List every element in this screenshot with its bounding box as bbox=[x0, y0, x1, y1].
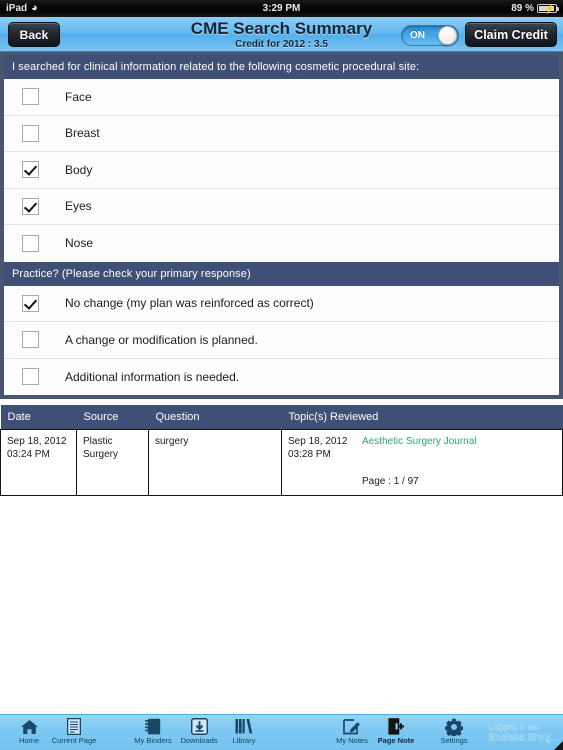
option-row-breast[interactable]: Breast bbox=[4, 115, 559, 152]
gear-icon bbox=[425, 717, 483, 736]
toolbar-item-settings[interactable]: Settings bbox=[425, 717, 483, 750]
battery-percent: 89 % bbox=[511, 3, 534, 14]
option-row-more-info[interactable]: Additional information is needed. bbox=[4, 358, 559, 395]
status-right-group: 89 % ⚡ bbox=[511, 3, 559, 14]
toolbar-label-page-note: Page Note bbox=[377, 736, 415, 745]
back-button[interactable]: Back bbox=[8, 22, 60, 47]
section-header-practice: Practice? (Please check your primary res… bbox=[4, 261, 559, 286]
cme-tracking-toggle[interactable]: ON bbox=[401, 25, 459, 46]
checkbox-breast[interactable] bbox=[22, 124, 39, 142]
option-label-change-planned: A change or modification is planned. bbox=[65, 332, 258, 347]
checkbox-body[interactable] bbox=[22, 161, 39, 179]
cell-date-text: Sep 18, 2012 03:24 PM bbox=[7, 435, 67, 460]
toolbar-item-library[interactable]: Library bbox=[215, 717, 273, 750]
library-icon bbox=[215, 717, 273, 736]
section-practice-response: Practice? (Please check your primary res… bbox=[0, 261, 563, 399]
checkbox-change-planned[interactable] bbox=[22, 331, 39, 349]
option-label-no-change: No change (my plan was reinforced as cor… bbox=[65, 296, 314, 311]
column-header-source: Source bbox=[76, 405, 149, 429]
ipad-app-screen: iPad ◕ 3:29 PM 89 % ⚡ Back CME Search Su… bbox=[0, 0, 563, 750]
device-name: iPad bbox=[6, 3, 28, 14]
logged-in-info: Logged in as: Shalaka Shirg... bbox=[488, 720, 559, 744]
bottom-toolbar: Home Current Page My Binders Downloads L bbox=[0, 714, 563, 750]
checkbox-nose[interactable] bbox=[22, 234, 39, 252]
ios-status-bar: iPad ◕ 3:29 PM 89 % ⚡ bbox=[0, 0, 563, 17]
charging-bolt-icon: ⚡ bbox=[544, 4, 556, 14]
table-body: Sep 18, 2012 03:24 PM Plastic Surgery su… bbox=[0, 428, 563, 496]
column-header-topics: Topic(s) Reviewed bbox=[281, 405, 563, 429]
option-row-body[interactable]: Body bbox=[4, 152, 559, 189]
option-label-nose: Nose bbox=[65, 236, 94, 251]
page-add-icon bbox=[367, 717, 425, 736]
toolbar-label-library: Library bbox=[232, 736, 256, 745]
topic-timestamp: Sep 18, 2012 03:28 PM bbox=[288, 435, 348, 460]
resize-corner-icon bbox=[554, 741, 563, 750]
wifi-icon: ◕ bbox=[31, 2, 38, 14]
column-header-date: Date bbox=[0, 405, 77, 429]
section-header-procedural-site: I searched for clinical information rela… bbox=[4, 55, 559, 79]
navigation-bar: Back CME Search Summary Credit for 2012 … bbox=[0, 17, 563, 52]
document-icon bbox=[45, 717, 103, 736]
logged-in-username: Shalaka Shirg... bbox=[488, 732, 559, 743]
status-left-group: iPad ◕ bbox=[6, 2, 38, 15]
toolbar-item-page-note[interactable]: Page Note bbox=[367, 717, 425, 750]
option-row-no-change[interactable]: No change (my plan was reinforced as cor… bbox=[4, 285, 559, 322]
option-label-face: Face bbox=[65, 89, 92, 104]
option-label-breast: Breast bbox=[65, 126, 100, 141]
table-head: Date Source Question Topic(s) Reviewed bbox=[0, 405, 563, 429]
search-log-table: Date Source Question Topic(s) Reviewed S… bbox=[0, 405, 563, 496]
section-procedural-site: I searched for clinical information rela… bbox=[0, 52, 563, 262]
status-clock: 3:29 PM bbox=[262, 3, 301, 14]
toolbar-item-current-page[interactable]: Current Page bbox=[45, 717, 103, 750]
cell-date: Sep 18, 2012 03:24 PM bbox=[0, 428, 77, 496]
column-header-question: Question bbox=[148, 405, 282, 429]
cell-question: surgery bbox=[148, 428, 282, 496]
option-label-body: Body bbox=[65, 162, 93, 177]
topic-journal-link[interactable]: Aesthetic Surgery Journal bbox=[362, 435, 477, 448]
checkbox-eyes[interactable] bbox=[22, 197, 39, 215]
checkbox-face[interactable] bbox=[22, 88, 39, 106]
table-header-row: Date Source Question Topic(s) Reviewed bbox=[0, 405, 563, 429]
battery-icon: ⚡ bbox=[537, 4, 559, 14]
option-row-eyes[interactable]: Eyes bbox=[4, 188, 559, 225]
claim-credit-button[interactable]: Claim Credit bbox=[465, 22, 557, 47]
checkbox-more-info[interactable] bbox=[22, 368, 39, 386]
option-row-face[interactable]: Face bbox=[4, 79, 559, 116]
toggle-knob[interactable] bbox=[438, 26, 457, 45]
toolbar-label-current-page: Current Page bbox=[51, 736, 97, 745]
table-row[interactable]: Sep 18, 2012 03:24 PM Plastic Surgery su… bbox=[0, 428, 563, 496]
cell-topics-reviewed: Sep 18, 2012 03:28 PM Aesthetic Surgery … bbox=[281, 428, 563, 496]
option-label-more-info: Additional information is needed. bbox=[65, 369, 240, 384]
option-row-change-planned[interactable]: A change or modification is planned. bbox=[4, 322, 559, 359]
search-log-table-wrapper: Date Source Question Topic(s) Reviewed S… bbox=[0, 405, 563, 496]
option-label-eyes: Eyes bbox=[65, 199, 92, 214]
logged-in-label: Logged in as: bbox=[488, 721, 540, 731]
option-row-nose[interactable]: Nose bbox=[4, 225, 559, 262]
checkbox-no-change[interactable] bbox=[22, 294, 39, 312]
toggle-state-label: ON bbox=[410, 30, 425, 41]
toolbar-label-settings: Settings bbox=[440, 736, 468, 745]
topic-page-count: Page : 1 / 97 bbox=[362, 475, 419, 487]
cell-source: Plastic Surgery bbox=[76, 428, 149, 496]
content-area: I searched for clinical information rela… bbox=[0, 52, 563, 727]
